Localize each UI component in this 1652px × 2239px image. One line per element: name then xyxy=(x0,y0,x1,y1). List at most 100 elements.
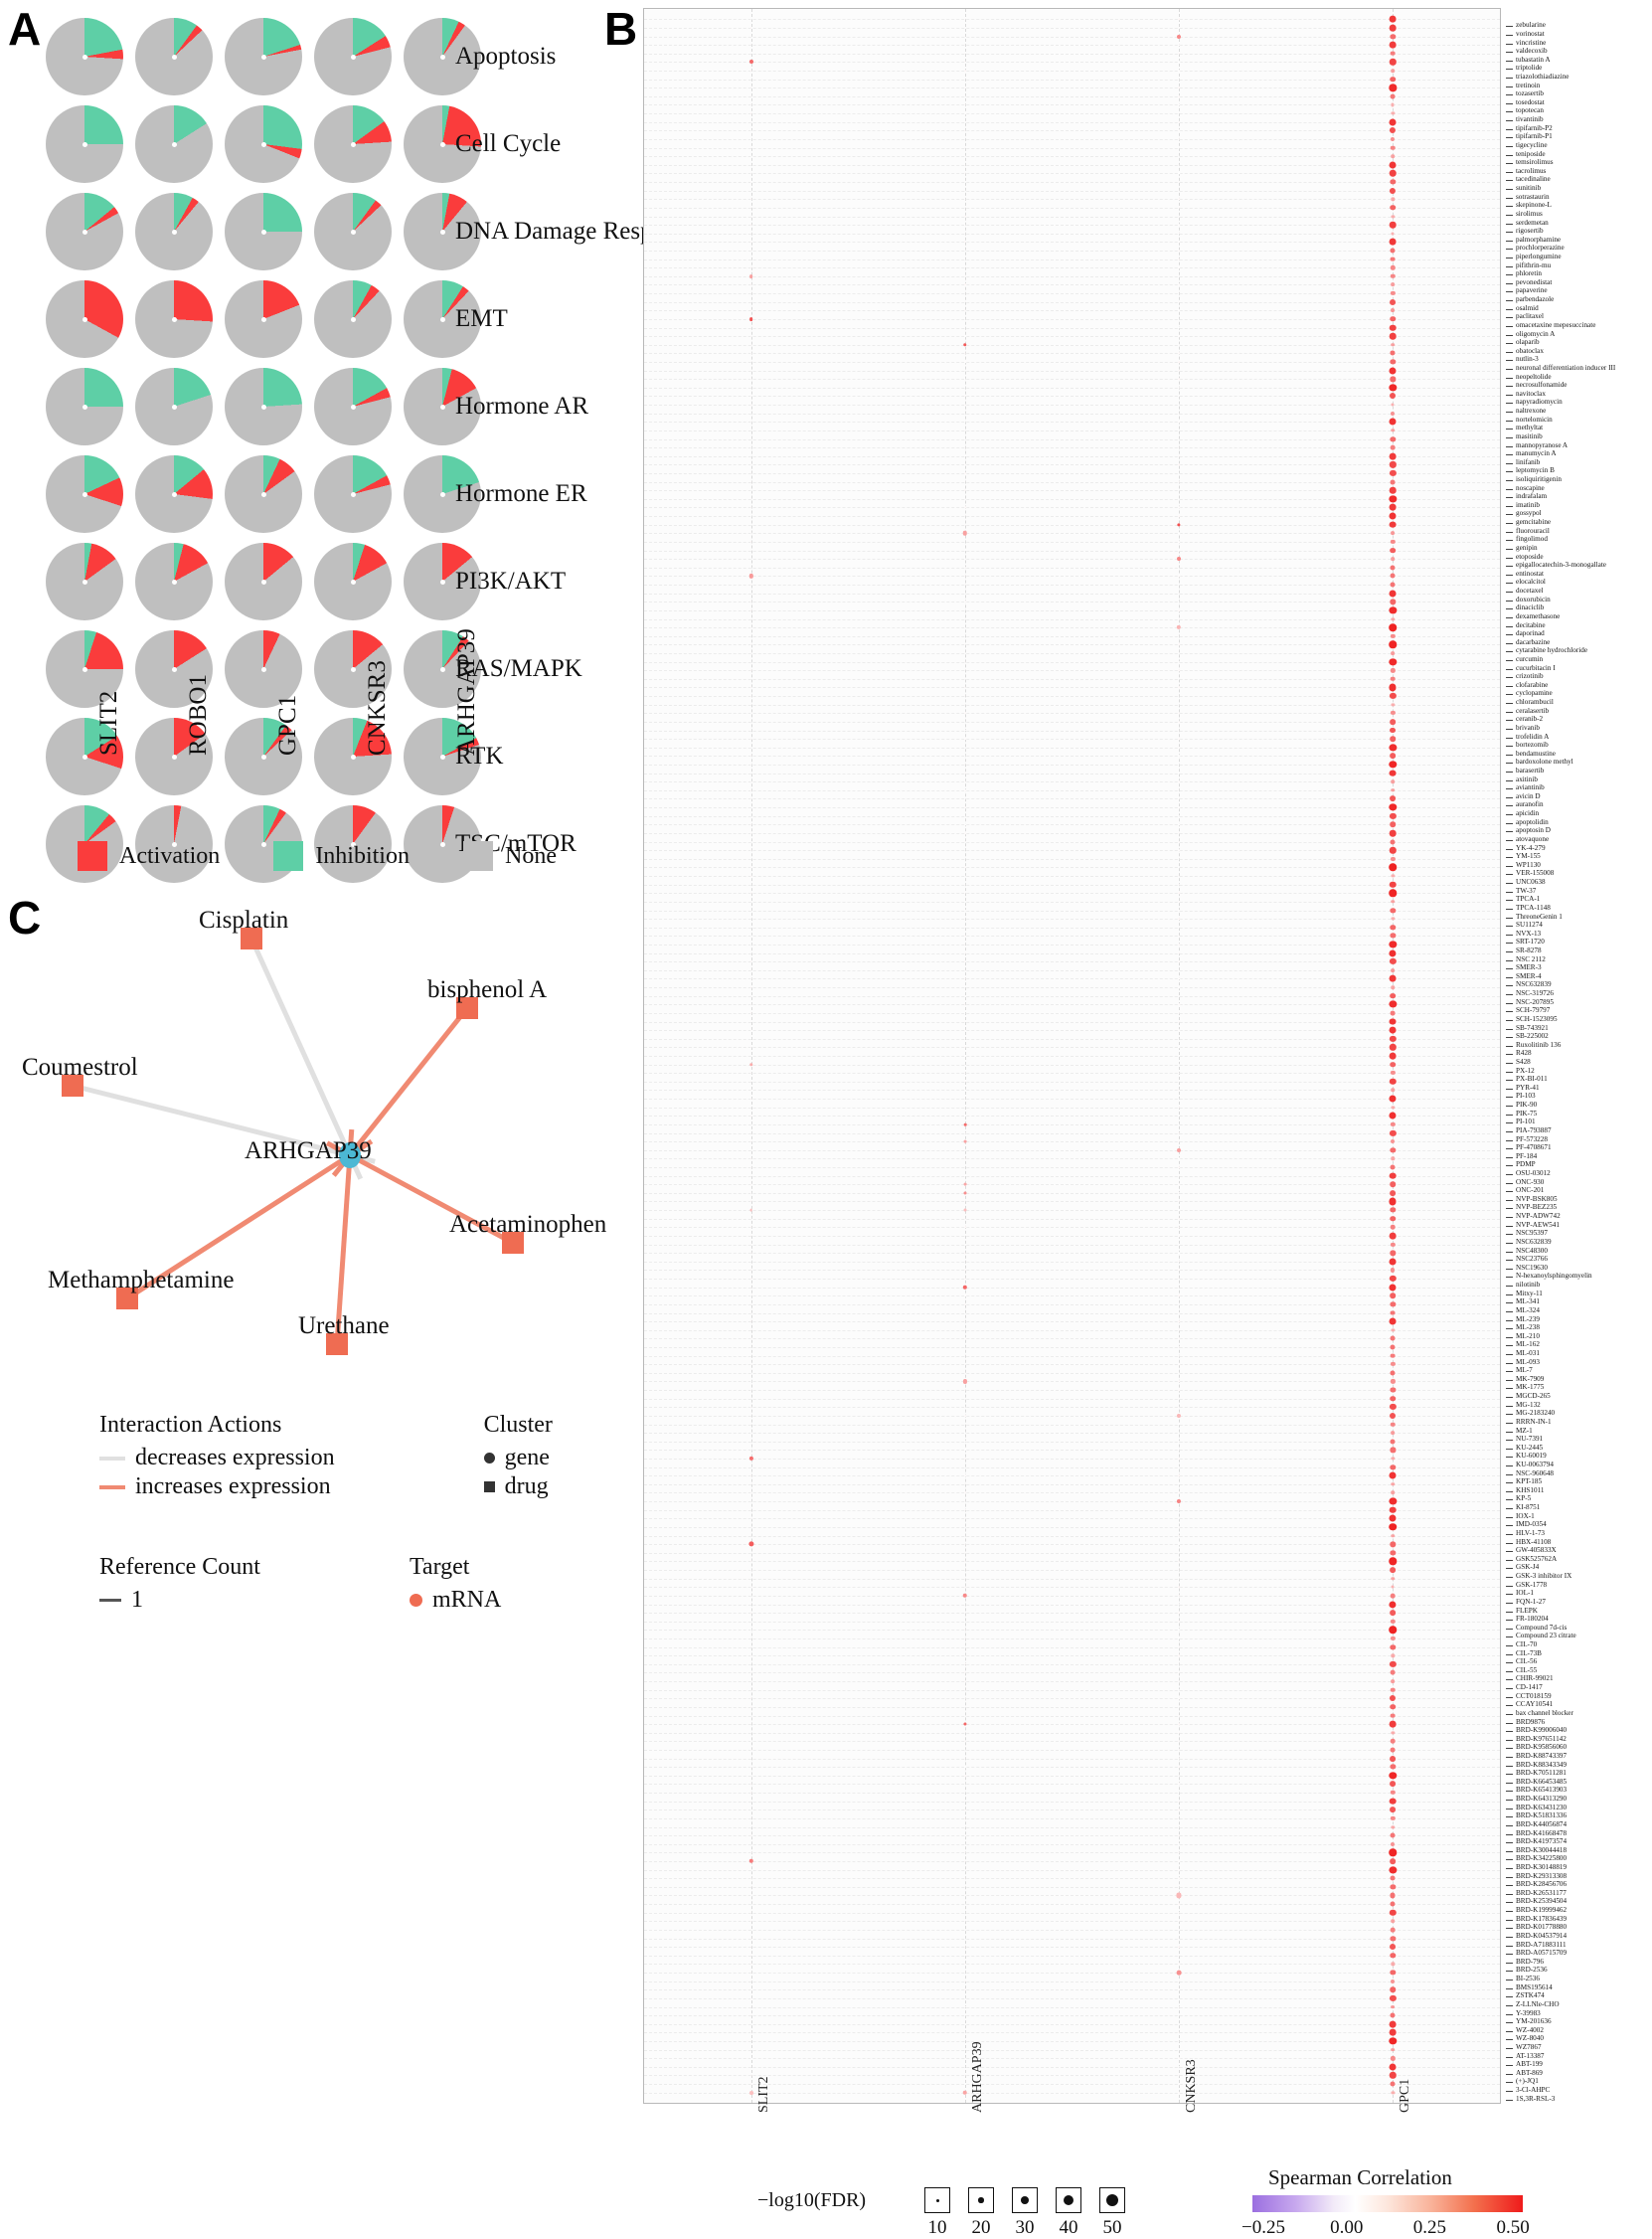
correlation-dot xyxy=(1390,582,1396,588)
row-gridline xyxy=(644,1466,1500,1468)
correlation-dot xyxy=(964,1766,966,1769)
drug-label: NSC632839 xyxy=(1516,980,1552,989)
correlation-dot xyxy=(1391,1156,1396,1161)
row-gridline xyxy=(644,1450,1500,1452)
row-tick xyxy=(1506,102,1513,104)
drug-label: epigallocatechin-3-monogallate xyxy=(1516,561,1607,570)
drug-label: parbendazole xyxy=(1516,295,1555,304)
drug-label: bax channel blocker xyxy=(1516,1708,1573,1717)
correlation-dot xyxy=(749,695,752,697)
correlation-dot xyxy=(1178,1294,1180,1297)
row-gridline xyxy=(644,1663,1500,1665)
pie-chart-robo1-emt xyxy=(135,280,213,358)
correlation-dot xyxy=(964,129,966,132)
correlation-dot xyxy=(749,1166,752,1168)
row-gridline xyxy=(644,1244,1500,1246)
cluster-title: Cluster xyxy=(483,1412,553,1438)
correlation-dot xyxy=(1390,298,1397,305)
row-gridline xyxy=(644,1929,1500,1931)
drug-label: noscapine xyxy=(1516,483,1545,492)
correlation-dot xyxy=(1390,1215,1397,1222)
correlation-dot xyxy=(1390,350,1396,356)
reference-count-title: Reference Count xyxy=(99,1554,260,1580)
correlation-dot xyxy=(964,1294,966,1297)
correlation-dot xyxy=(1389,975,1397,982)
drug-label: bendamustine xyxy=(1516,749,1556,758)
drug-label: BRD-A05715709 xyxy=(1516,1949,1568,1958)
row-gridline xyxy=(644,559,1500,561)
row-tick xyxy=(1506,1165,1513,1167)
spearman-tick-label: 0.25 xyxy=(1412,2217,1446,2238)
correlation-dot xyxy=(1178,1131,1180,1134)
correlation-dot xyxy=(1178,617,1180,620)
correlation-dot xyxy=(1390,179,1397,185)
pathway-label-hormone-ar: Hormone AR xyxy=(455,393,589,420)
drug-node-label-urethane: Urethane xyxy=(298,1312,390,1339)
correlation-dot xyxy=(1390,257,1396,262)
drug-label: ceralasertib xyxy=(1516,706,1550,715)
drug-label: pevonedistat xyxy=(1516,277,1553,286)
correlation-dot xyxy=(964,1458,966,1460)
correlation-dot xyxy=(964,27,966,29)
row-tick xyxy=(1506,403,1513,405)
correlation-dot xyxy=(964,832,966,834)
correlation-dot xyxy=(1178,266,1180,269)
row-tick xyxy=(1506,2022,1513,2024)
legend-swatch-activation xyxy=(78,841,107,871)
correlation-dot xyxy=(964,1311,966,1314)
correlation-dot xyxy=(964,335,966,337)
row-tick xyxy=(1506,1731,1513,1733)
row-gridline xyxy=(644,301,1500,303)
row-tick xyxy=(1506,1130,1513,1132)
drug-label: necrosulfonamide xyxy=(1516,381,1568,390)
correlation-dot xyxy=(964,1706,966,1708)
row-gridline xyxy=(644,1167,1500,1169)
row-gridline xyxy=(644,1390,1500,1392)
correlation-dot xyxy=(964,361,966,363)
correlation-dot xyxy=(749,1508,752,1511)
correlation-dot xyxy=(749,1389,752,1391)
row-tick xyxy=(1506,1019,1513,1021)
correlation-dot xyxy=(1391,2004,1396,2009)
row-tick xyxy=(1506,668,1513,670)
row-gridline xyxy=(644,1149,1500,1151)
row-tick xyxy=(1506,600,1513,602)
correlation-dot xyxy=(749,103,752,106)
drug-label: N-hexanoylsphingomyelin xyxy=(1516,1272,1592,1281)
correlation-dot xyxy=(963,342,967,347)
correlation-dot xyxy=(749,1654,752,1657)
correlation-dot xyxy=(1391,917,1395,921)
row-gridline xyxy=(644,739,1500,741)
correlation-dot xyxy=(1391,1576,1396,1581)
correlation-dot xyxy=(1391,788,1396,792)
row-tick xyxy=(1506,369,1513,370)
fdr-legend-title: −log10(FDR) xyxy=(757,2189,867,2211)
correlation-dot xyxy=(1390,2072,1397,2079)
correlation-dot xyxy=(749,1894,752,1897)
row-gridline xyxy=(644,95,1500,97)
drug-label: topotecan xyxy=(1516,106,1544,115)
correlation-dot xyxy=(1178,1157,1180,1160)
pie-glyph xyxy=(46,193,123,270)
correlation-dot xyxy=(1178,1543,1180,1545)
correlation-dot xyxy=(749,1397,752,1400)
correlation-dot xyxy=(749,1354,752,1357)
correlation-dot xyxy=(1389,367,1397,375)
row-tick xyxy=(1506,1696,1513,1698)
drug-label: GSK-J4 xyxy=(1516,1563,1540,1572)
drug-label: NVP-BEZ235 xyxy=(1516,1203,1558,1212)
row-gridline xyxy=(644,1107,1500,1109)
row-tick xyxy=(1506,926,1513,928)
row-gridline xyxy=(644,978,1500,980)
pie-glyph xyxy=(46,543,123,620)
correlation-dot xyxy=(749,1046,752,1049)
drug-node-label-cisplatin: Cisplatin xyxy=(199,907,289,934)
row-gridline xyxy=(644,1552,1500,1554)
row-tick xyxy=(1506,52,1513,54)
row-gridline xyxy=(644,661,1500,663)
correlation-dot xyxy=(1390,1944,1397,1951)
drug-label: avicin D xyxy=(1516,791,1541,800)
pie-glyph xyxy=(314,455,392,533)
correlation-dot xyxy=(1389,238,1397,246)
correlation-dot xyxy=(1390,2029,1397,2036)
